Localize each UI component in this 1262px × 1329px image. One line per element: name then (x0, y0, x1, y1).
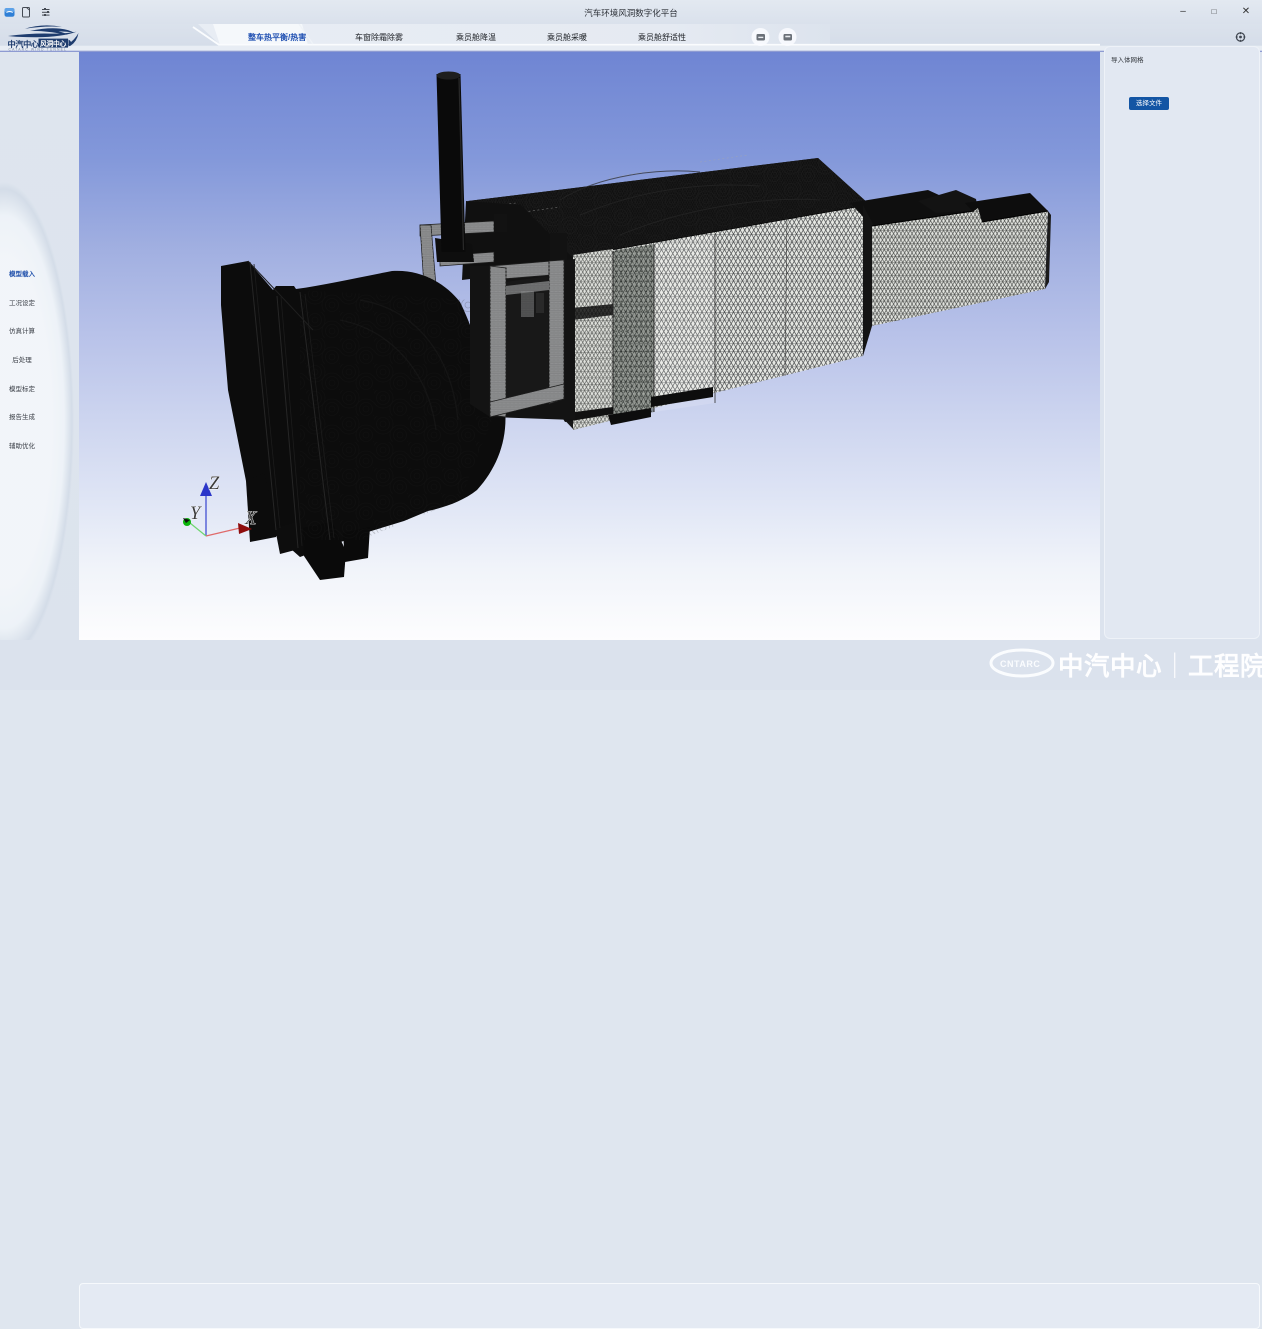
svg-text:CNTARC: CNTARC (1000, 659, 1040, 669)
svg-text:Y: Y (190, 504, 202, 524)
svg-text:X: X (244, 509, 257, 529)
svg-text:Z: Z (209, 474, 220, 494)
svg-text:CATARC WIND TUNNEL: CATARC WIND TUNNEL (9, 48, 68, 52)
